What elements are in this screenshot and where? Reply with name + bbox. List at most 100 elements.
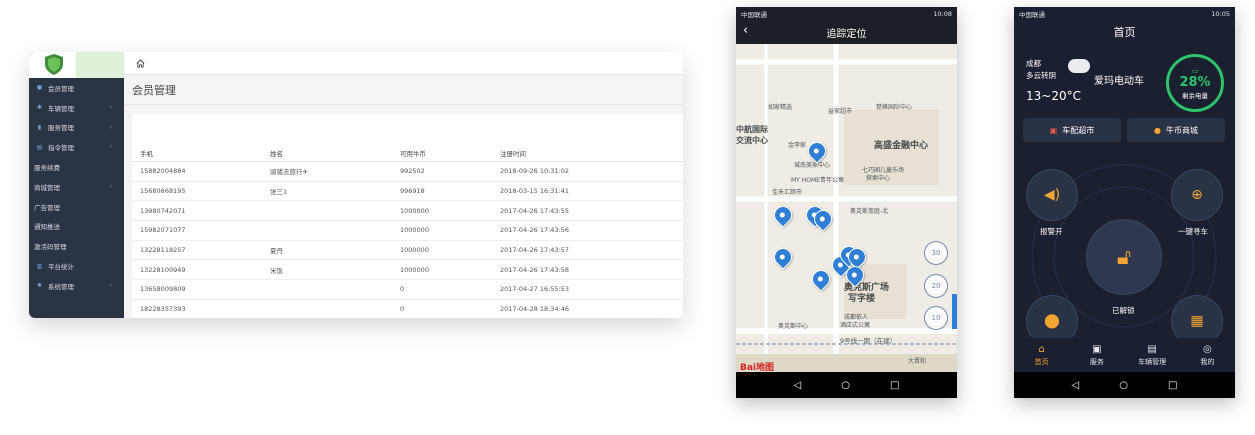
map-label: 酒店式公寓 <box>840 322 871 329</box>
chevron-right-icon: › <box>109 143 112 151</box>
status-bar: 中国联通 10:08 <box>736 7 957 20</box>
cell-coins: 1000000 <box>400 226 429 235</box>
zoom-button-10[interactable]: 10 <box>924 306 948 330</box>
command-icon: ▤ <box>36 143 43 151</box>
map-label: 佳禾汇颜市 <box>772 189 803 196</box>
sidebar-item[interactable]: 商城管理 › <box>29 177 124 197</box>
sidebar-item[interactable]: 通知推送 <box>29 217 124 237</box>
map-label: 楚峰国际中心 <box>876 104 913 111</box>
unlock-icon: 🔓︎ <box>1116 244 1132 270</box>
member-table: 手机 姓名 可用牛币 注册时间 15882004884 骑猪去旅行✈ 992502 2… <box>132 144 683 318</box>
cell-coins: 996918 <box>400 187 425 196</box>
sidebar-item-label: 广告管理 <box>34 203 60 212</box>
home-circle-icon[interactable]: ○ <box>1119 380 1128 391</box>
stats-icon: ▥ <box>36 262 43 270</box>
phone-tracking: 中国联通 10:08 ‹ 追踪定位 如家精选 益家超市 楚峰国际中心 中航国际 交流中心… <box>736 7 957 398</box>
cell-coins: 1000000 <box>400 265 429 274</box>
map-label: 高盛金融中心 <box>874 141 929 151</box>
tab-label: 首页 <box>1034 357 1049 366</box>
cell-registered: 2017-04-26 17:43:56 <box>500 226 570 235</box>
header-coins: 可用牛币 <box>400 149 426 158</box>
zoom-button-20[interactable]: 20 <box>924 274 948 298</box>
recents-square-icon[interactable]: □ <box>1168 380 1177 391</box>
carrier: 中国联通 <box>1019 10 1045 19</box>
cell-coins: 0 <box>400 285 405 294</box>
battery-icon: ▭ <box>1191 66 1199 75</box>
weather-city: 成都 <box>1026 59 1041 68</box>
weather-temp: 13~20°C <box>1026 89 1081 103</box>
cell-phone: 13980742071 <box>140 206 186 215</box>
map-view[interactable]: 如家精选 益家超市 楚峰国际中心 中航国际 交流中心 金李家 高盛金融中心 城南美家中心 七巧国… <box>736 44 957 372</box>
sidebar-item[interactable]: ▮ 服务管理 › <box>29 118 124 138</box>
baidu-map-logo: Bai地图 <box>740 363 775 372</box>
sidebar-item[interactable]: 广告管理 <box>29 197 124 217</box>
back-triangle-icon[interactable]: ◁ <box>794 380 802 391</box>
page-title: 会员管理 <box>124 75 683 105</box>
table-row[interactable]: 18228357393 0 2017-04-28 18:34:46 <box>132 300 683 318</box>
cell-registered: 2017-04-28 18:34:46 <box>500 305 570 314</box>
map-label: MY HOME青年公寓 <box>791 177 844 184</box>
map-label: 9号线一期（在建） <box>840 337 897 345</box>
cell-phone: 15882004884 <box>140 167 186 176</box>
find-car-button[interactable]: ⊕ <box>1171 169 1223 221</box>
cell-coins: 1000000 <box>400 206 429 215</box>
settings-icon: ✹ <box>36 282 43 290</box>
tab-item[interactable]: ◎ 我的 <box>1180 338 1235 372</box>
tab-item[interactable]: ⌂ 首页 <box>1014 338 1069 372</box>
recents-square-icon[interactable]: □ <box>890 380 899 391</box>
map-label: 如家精选 <box>768 104 793 111</box>
alarm-button[interactable]: ◀) <box>1026 169 1078 221</box>
cell-phone: 13228118257 <box>140 246 186 255</box>
android-nav: ◁ ○ □ <box>1014 372 1235 398</box>
table-row[interactable]: 15882004884 骑猪去旅行✈ 992502 2018-09-26 10:31:… <box>132 162 683 182</box>
brand-name: 爱玛电动车 <box>1094 76 1144 87</box>
sidebar-item-label: 商城管理 <box>34 183 60 192</box>
cell-name: 骑猪去旅行✈ <box>270 168 308 177</box>
tab-bar: ⌂ 首页 ▣ 服务 ▤ 车辆管理 ◎ 我的 <box>1014 338 1235 372</box>
table-row[interactable]: 15982071077 1000000 2017-04-26 17:43:56 <box>132 221 683 241</box>
cell-coins: 992502 <box>400 167 425 176</box>
cell-coins: 1000000 <box>400 246 429 255</box>
home-icon[interactable] <box>136 58 145 68</box>
sidebar-item[interactable]: ▤ 指令管理 › <box>29 137 124 157</box>
map-label: 大晋和 <box>908 358 927 365</box>
sidebar-item[interactable]: ▥ 平台统计 <box>29 256 124 276</box>
logo-area <box>29 52 124 78</box>
parts-shop-button[interactable]: ▣ 车配超市 <box>1023 118 1121 142</box>
zoom-button-30[interactable]: 30 <box>924 241 948 265</box>
back-arrow-icon[interactable]: ‹ <box>743 23 748 38</box>
cell-registered: 2018-09-26 10:31:02 <box>500 167 570 176</box>
profile-icon: ◎ <box>1203 343 1212 355</box>
table-row[interactable]: 13228100949 米饭 1000000 2017-04-26 17:43:58 <box>132 260 683 281</box>
chart-icon: ▮ <box>37 123 42 131</box>
android-nav: ◁ ○ □ <box>736 372 957 398</box>
table-row[interactable]: 13228118257 夏丹 1000000 2017-04-26 17:43:57 <box>132 241 683 261</box>
cell-name: 米饭 <box>270 266 283 275</box>
home-circle-icon[interactable]: ○ <box>841 380 850 391</box>
sidebar-item-label: 服务管理 <box>48 124 74 133</box>
cell-phone: 13228100949 <box>140 265 186 274</box>
lock-button[interactable]: 🔓︎ <box>1086 219 1162 295</box>
sidebar-item[interactable]: ✹ 系统管理 › <box>29 276 124 296</box>
back-triangle-icon[interactable]: ◁ <box>1072 380 1080 391</box>
table-row[interactable]: 13980742071 1000000 2017-04-26 17:43:55 <box>132 201 683 222</box>
battery-label: 剩余电量 <box>1182 91 1208 100</box>
table-row[interactable]: 15680868195 张三1 996918 2018-03-15 16:31:41 <box>132 182 683 202</box>
sidebar-item[interactable]: ● 会员管理 <box>29 78 124 98</box>
sidebar-item[interactable]: 激活码管理 <box>29 236 124 256</box>
weather-desc: 多云转阴 <box>1026 71 1056 80</box>
sidebar-item-label: 会员管理 <box>48 84 74 93</box>
tab-item[interactable]: ▤ 车辆管理 <box>1125 338 1180 372</box>
sidebar-item[interactable]: 服务续费 <box>29 157 124 177</box>
sidebar-item[interactable]: ✱ 车辆管理 › <box>29 98 124 118</box>
gift-icon: ▣ <box>1092 343 1102 355</box>
coin-mall-button[interactable]: ● 牛币商城 <box>1127 118 1225 142</box>
tab-item[interactable]: ▣ 服务 <box>1069 338 1124 372</box>
parts-shop-label: 车配超市 <box>1062 125 1095 135</box>
sidebar: ● 会员管理 ✱ 车辆管理 › ▮ 服务管理 › ▤ 指令管理 › 服务续费 商城管理 › 广告管理 通知推送… <box>29 52 124 318</box>
table-row[interactable]: 13658009809 0 2017-04-27 16:55:53 <box>132 280 683 300</box>
clock: 10:08 <box>933 9 952 18</box>
cell-phone: 15680868195 <box>140 187 186 196</box>
chevron-right-icon: › <box>109 103 112 111</box>
map-label: 益家超市 <box>828 108 853 115</box>
